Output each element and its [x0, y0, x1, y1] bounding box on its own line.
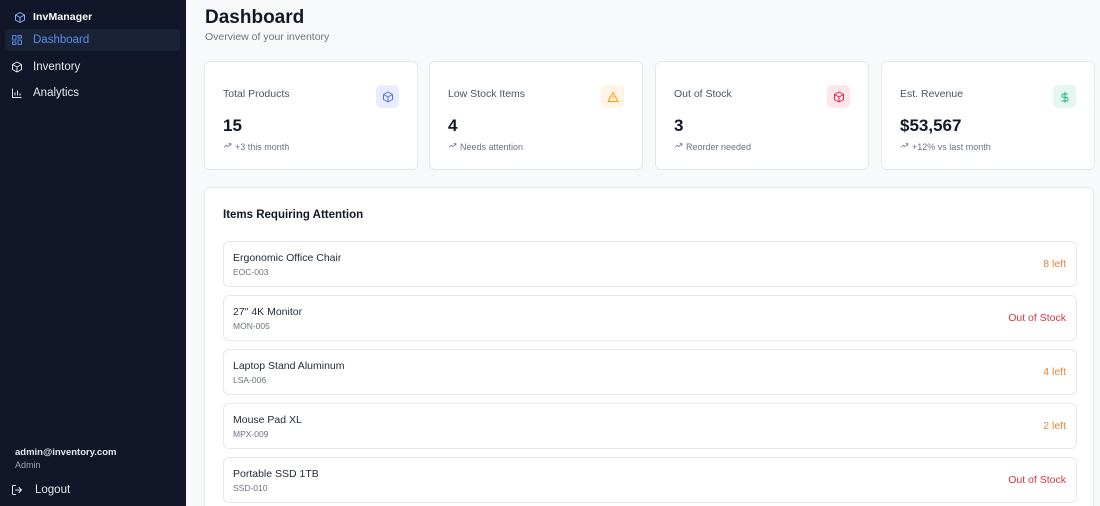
cube-icon [14, 11, 26, 23]
bar-chart-icon [11, 87, 23, 99]
status-badge: Out of Stock [1008, 312, 1066, 324]
stat-card-total-products: Total Products 15 +3 this month [204, 61, 418, 170]
trend-up-icon [223, 141, 232, 152]
stat-value: $53,567 [900, 116, 962, 135]
stat-value: 3 [674, 116, 684, 135]
cube-icon [11, 61, 23, 73]
sidebar-item-label: Dashboard [33, 34, 90, 46]
status-badge: Out of Stock [1008, 474, 1066, 486]
list-item[interactable]: Ergonomic Office Chair EOC-003 8 left [223, 241, 1077, 287]
stat-label: Out of Stock [674, 88, 732, 100]
list-item[interactable]: 27" 4K Monitor MON-005 Out of Stock [223, 295, 1077, 341]
list-item[interactable]: Portable SSD 1TB SSD-010 Out of Stock [223, 457, 1077, 503]
page-title: Dashboard [205, 7, 305, 28]
cube-icon [827, 85, 850, 108]
item-sku: MON-005 [233, 321, 270, 331]
list-item[interactable]: Laptop Stand Aluminum LSA-006 4 left [223, 349, 1077, 395]
grid-icon [11, 34, 23, 46]
list-item[interactable]: Mouse Pad XL MPX-009 2 left [223, 403, 1077, 449]
logout-label: Logout [35, 484, 71, 496]
sidebar-item-analytics[interactable]: Analytics [5, 82, 180, 104]
sidebar: InvManager Dashboard Inventory Analytics… [0, 0, 186, 506]
main-content: Dashboard Overview of your inventory Tot… [186, 0, 1100, 506]
user-info: admin@inventory.com Admin [15, 447, 116, 470]
stat-footnote: Needs attention [448, 141, 523, 152]
item-sku: EOC-003 [233, 267, 269, 277]
attention-panel: Items Requiring Attention Ergonomic Offi… [204, 187, 1094, 506]
stat-value: 4 [448, 116, 458, 135]
stat-card-out-of-stock: Out of Stock 3 Reorder needed [655, 61, 869, 170]
sidebar-item-label: Inventory [33, 60, 81, 73]
item-sku: LSA-006 [233, 375, 267, 385]
cube-icon [376, 85, 399, 108]
item-sku: SSD-010 [233, 483, 268, 493]
stat-value: 15 [223, 116, 242, 135]
sidebar-item-dashboard[interactable]: Dashboard [5, 29, 180, 51]
stat-footnote: Reorder needed [674, 141, 751, 152]
page-subtitle: Overview of your inventory [205, 31, 330, 43]
status-badge: 4 left [1043, 366, 1066, 378]
trend-up-icon [674, 141, 683, 152]
stat-card-est-revenue: Est. Revenue $53,567 +12% vs last month [881, 61, 1095, 170]
stat-label: Total Products [223, 88, 290, 100]
user-email: admin@inventory.com [15, 447, 117, 458]
stat-footnote: +3 this month [223, 141, 289, 152]
stat-label: Low Stock Items [448, 88, 526, 100]
item-name: Ergonomic Office Chair [233, 252, 342, 264]
item-name: 27" 4K Monitor [233, 306, 303, 318]
sidebar-item-inventory[interactable]: Inventory [5, 56, 180, 78]
trend-up-icon [448, 141, 457, 152]
stat-footnote-text: Needs attention [460, 141, 524, 152]
dollar-icon [1053, 85, 1076, 108]
user-role: Admin [15, 460, 41, 470]
stat-card-low-stock: Low Stock Items 4 Needs attention [429, 61, 643, 170]
trend-up-icon [900, 141, 909, 152]
status-badge: 8 left [1043, 258, 1066, 270]
brand-name: InvManager [33, 11, 93, 23]
item-name: Portable SSD 1TB [233, 468, 319, 480]
logout-button[interactable]: Logout [11, 481, 70, 499]
stat-footnote-text: Reorder needed [686, 141, 752, 152]
sidebar-item-label: Analytics [33, 87, 80, 99]
stat-label: Est. Revenue [900, 88, 964, 100]
stat-footnote: +12% vs last month [900, 141, 991, 152]
stat-footnote-text: +12% vs last month [912, 141, 991, 152]
warning-icon [601, 85, 624, 108]
stat-footnote-text: +3 this month [235, 141, 290, 152]
item-name: Mouse Pad XL [233, 414, 302, 426]
item-sku: MPX-009 [233, 429, 269, 439]
brand[interactable]: InvManager [14, 8, 92, 26]
logout-icon [11, 484, 23, 496]
sidebar-nav: Dashboard Inventory Analytics [5, 29, 180, 109]
item-name: Laptop Stand Aluminum [233, 360, 345, 372]
status-badge: 2 left [1043, 420, 1066, 432]
panel-title: Items Requiring Attention [223, 209, 364, 221]
